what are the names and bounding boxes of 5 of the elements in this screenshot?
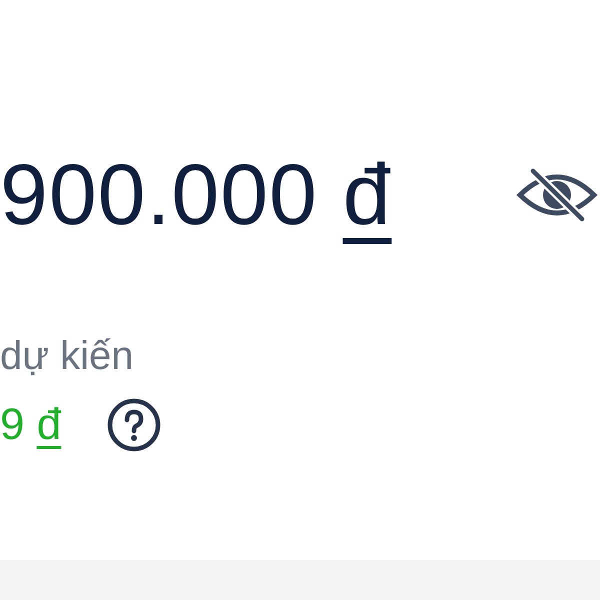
help-icon[interactable] [107,398,162,452]
eye-slash-icon[interactable] [516,167,598,223]
expected-label: dự kiến [0,334,135,378]
balance-amount: 900.000 đ [0,152,392,238]
expected-amount: 9 đ [0,400,62,450]
